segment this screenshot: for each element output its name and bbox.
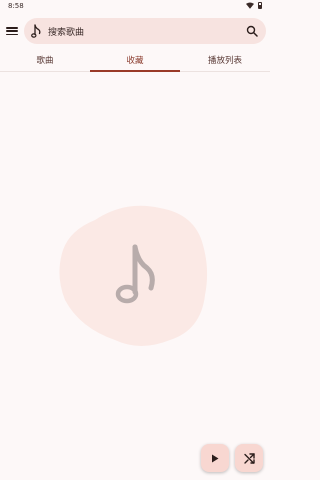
empty-state-illustration: [59, 205, 208, 346]
tab-favorites[interactable]: 收藏: [90, 52, 180, 72]
tab-playlists[interactable]: 播放列表: [180, 52, 270, 72]
search-input[interactable]: 搜索歌曲: [48, 25, 84, 38]
status-bar: 8:58: [0, 0, 270, 12]
tab-indicator: [90, 70, 180, 72]
search-icon[interactable]: [246, 25, 258, 37]
menu-button[interactable]: [6, 25, 18, 37]
tab-songs[interactable]: 歌曲: [0, 52, 90, 72]
shuffle-icon: [243, 452, 255, 464]
tab-bar: 歌曲 收藏 播放列表: [0, 52, 270, 72]
menu-icon-bar: [6, 30, 18, 32]
play-icon: [212, 454, 219, 462]
menu-icon-bar: [6, 27, 18, 29]
menu-icon-bar: [6, 33, 18, 35]
music-note-icon: [31, 24, 41, 38]
play-button[interactable]: [201, 444, 229, 472]
shuffle-button[interactable]: [235, 444, 263, 472]
status-time: 8:58: [8, 2, 24, 10]
status-icons: [246, 2, 262, 9]
wifi-icon: [246, 2, 254, 9]
battery-icon: [258, 2, 262, 9]
search-bar[interactable]: 搜索歌曲: [24, 18, 266, 44]
